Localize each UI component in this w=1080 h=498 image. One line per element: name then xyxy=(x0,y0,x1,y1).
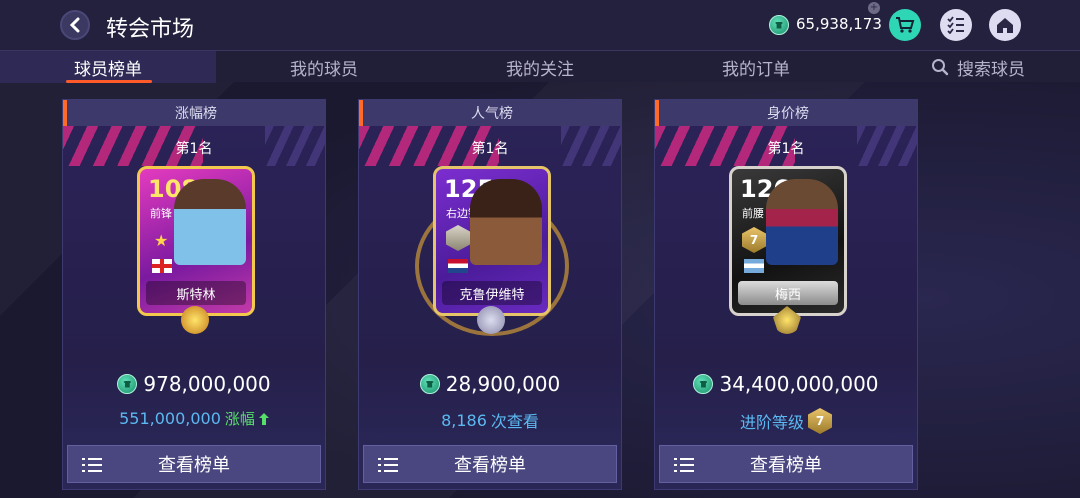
icon-badge xyxy=(446,225,470,251)
player-card[interactable]: 126 前腰 7 梅西 xyxy=(729,166,847,316)
back-button[interactable] xyxy=(60,10,90,40)
upgrade-row: 进阶等级 7 xyxy=(655,408,917,434)
football-emblem-icon xyxy=(181,306,209,334)
argentina-flag-icon xyxy=(744,259,764,273)
coin-icon xyxy=(117,374,138,394)
rank-label: 第1名 xyxy=(767,141,805,157)
star-icon: ★ xyxy=(154,231,169,250)
view-rankings-button[interactable]: 查看榜单 xyxy=(67,445,321,483)
price-row: 34,400,000,000 xyxy=(655,372,917,396)
player-position: 前腰 xyxy=(742,207,764,220)
price-row: 28,900,000 xyxy=(359,372,621,396)
tab-search-players[interactable]: 搜索球员 xyxy=(918,51,1038,83)
cart-button[interactable] xyxy=(889,9,921,41)
top-bar: 转会市场 65,938,173 + xyxy=(0,0,1080,50)
coin-icon xyxy=(419,374,440,394)
player-price: 28,900,000 xyxy=(445,372,561,396)
player-name: 克鲁伊维特 xyxy=(442,281,542,305)
page-title: 转会市场 xyxy=(106,17,195,42)
tab-my-follows[interactable]: 我的关注 xyxy=(432,51,648,83)
list-icon xyxy=(674,458,694,472)
view-rankings-button[interactable]: 查看榜单 xyxy=(659,445,913,483)
card-title: 身价榜 xyxy=(655,100,917,126)
home-icon xyxy=(997,18,1013,33)
menu-list-button[interactable] xyxy=(940,9,972,41)
player-name: 斯特林 xyxy=(146,281,246,305)
list-check-icon xyxy=(947,16,964,34)
home-button[interactable] xyxy=(989,9,1021,41)
upgrade-level-badge: 7 xyxy=(808,408,832,434)
netherlands-flag-icon xyxy=(448,259,468,273)
emblem-icon xyxy=(477,306,505,334)
upgrade-label: 进阶等级 xyxy=(739,413,804,432)
player-price: 978,000,000 xyxy=(143,372,271,396)
player-card[interactable]: 108 前锋 ★ 斯特林 xyxy=(137,166,255,316)
rise-row: 551,000,000 涨幅 xyxy=(63,408,325,429)
chevron-left-icon xyxy=(69,17,80,33)
active-tab-indicator xyxy=(66,80,152,83)
tab-label: 我的球员 xyxy=(290,59,358,80)
tab-label: 我的关注 xyxy=(506,59,574,80)
tab-label: 搜索球员 xyxy=(957,59,1025,80)
cart-icon xyxy=(896,17,915,33)
ranking-card-rise: 涨幅榜 第1名 108 前锋 ★ 斯特林 978,000,000 551,000… xyxy=(62,99,326,490)
tab-player-rankings[interactable]: 球员榜单 xyxy=(0,51,216,83)
coin-icon xyxy=(769,15,789,35)
rank-label: 第1名 xyxy=(471,141,509,157)
player-photo xyxy=(766,179,838,265)
coin-icon xyxy=(693,374,714,394)
tab-my-players[interactable]: 我的球员 xyxy=(216,51,432,83)
button-label: 查看榜单 xyxy=(454,455,526,476)
view-label: 次查看 xyxy=(490,412,539,431)
player-price: 34,400,000,000 xyxy=(719,372,879,396)
player-photo xyxy=(174,179,246,265)
player-position: 前锋 xyxy=(150,207,172,220)
card-title: 涨幅榜 xyxy=(63,100,325,126)
player-name: 梅西 xyxy=(738,281,838,305)
england-flag-icon xyxy=(152,259,172,273)
price-row: 978,000,000 xyxy=(63,372,325,396)
arrow-up-icon xyxy=(258,412,269,425)
button-label: 查看榜单 xyxy=(158,455,230,476)
view-rankings-button[interactable]: 查看榜单 xyxy=(363,445,617,483)
rank-label: 第1名 xyxy=(175,141,213,157)
coin-balance: 65,938,173 xyxy=(796,15,882,33)
player-card[interactable]: 125 右边锋 克鲁伊维特 xyxy=(433,166,551,316)
button-label: 查看榜单 xyxy=(750,455,822,476)
card-title: 人气榜 xyxy=(359,100,621,126)
tab-label: 我的订单 xyxy=(722,59,790,80)
tab-label: 球员榜单 xyxy=(74,59,142,80)
tab-bar: 球员榜单 我的球员 我的关注 我的订单 搜索球员 xyxy=(0,50,1080,83)
tab-my-orders[interactable]: 我的订单 xyxy=(648,51,864,83)
ranking-card-value: 身价榜 第1名 126 前腰 7 梅西 34,400,000,000 进阶等级 … xyxy=(654,99,918,490)
search-icon xyxy=(932,59,949,76)
ranking-card-popularity: 人气榜 第1名 125 右边锋 克鲁伊维特 28,900,000 8,186 次… xyxy=(358,99,622,490)
player-photo xyxy=(470,179,542,265)
view-count: 8,186 xyxy=(441,410,487,430)
views-row: 8,186 次查看 xyxy=(359,408,621,432)
list-icon xyxy=(378,458,398,472)
rise-value: 551,000,000 xyxy=(119,409,221,428)
add-coins-icon[interactable]: + xyxy=(868,2,880,14)
list-icon xyxy=(82,458,102,472)
upgrade-level-badge: 7 xyxy=(742,227,766,253)
rise-label: 涨幅 xyxy=(224,410,255,428)
